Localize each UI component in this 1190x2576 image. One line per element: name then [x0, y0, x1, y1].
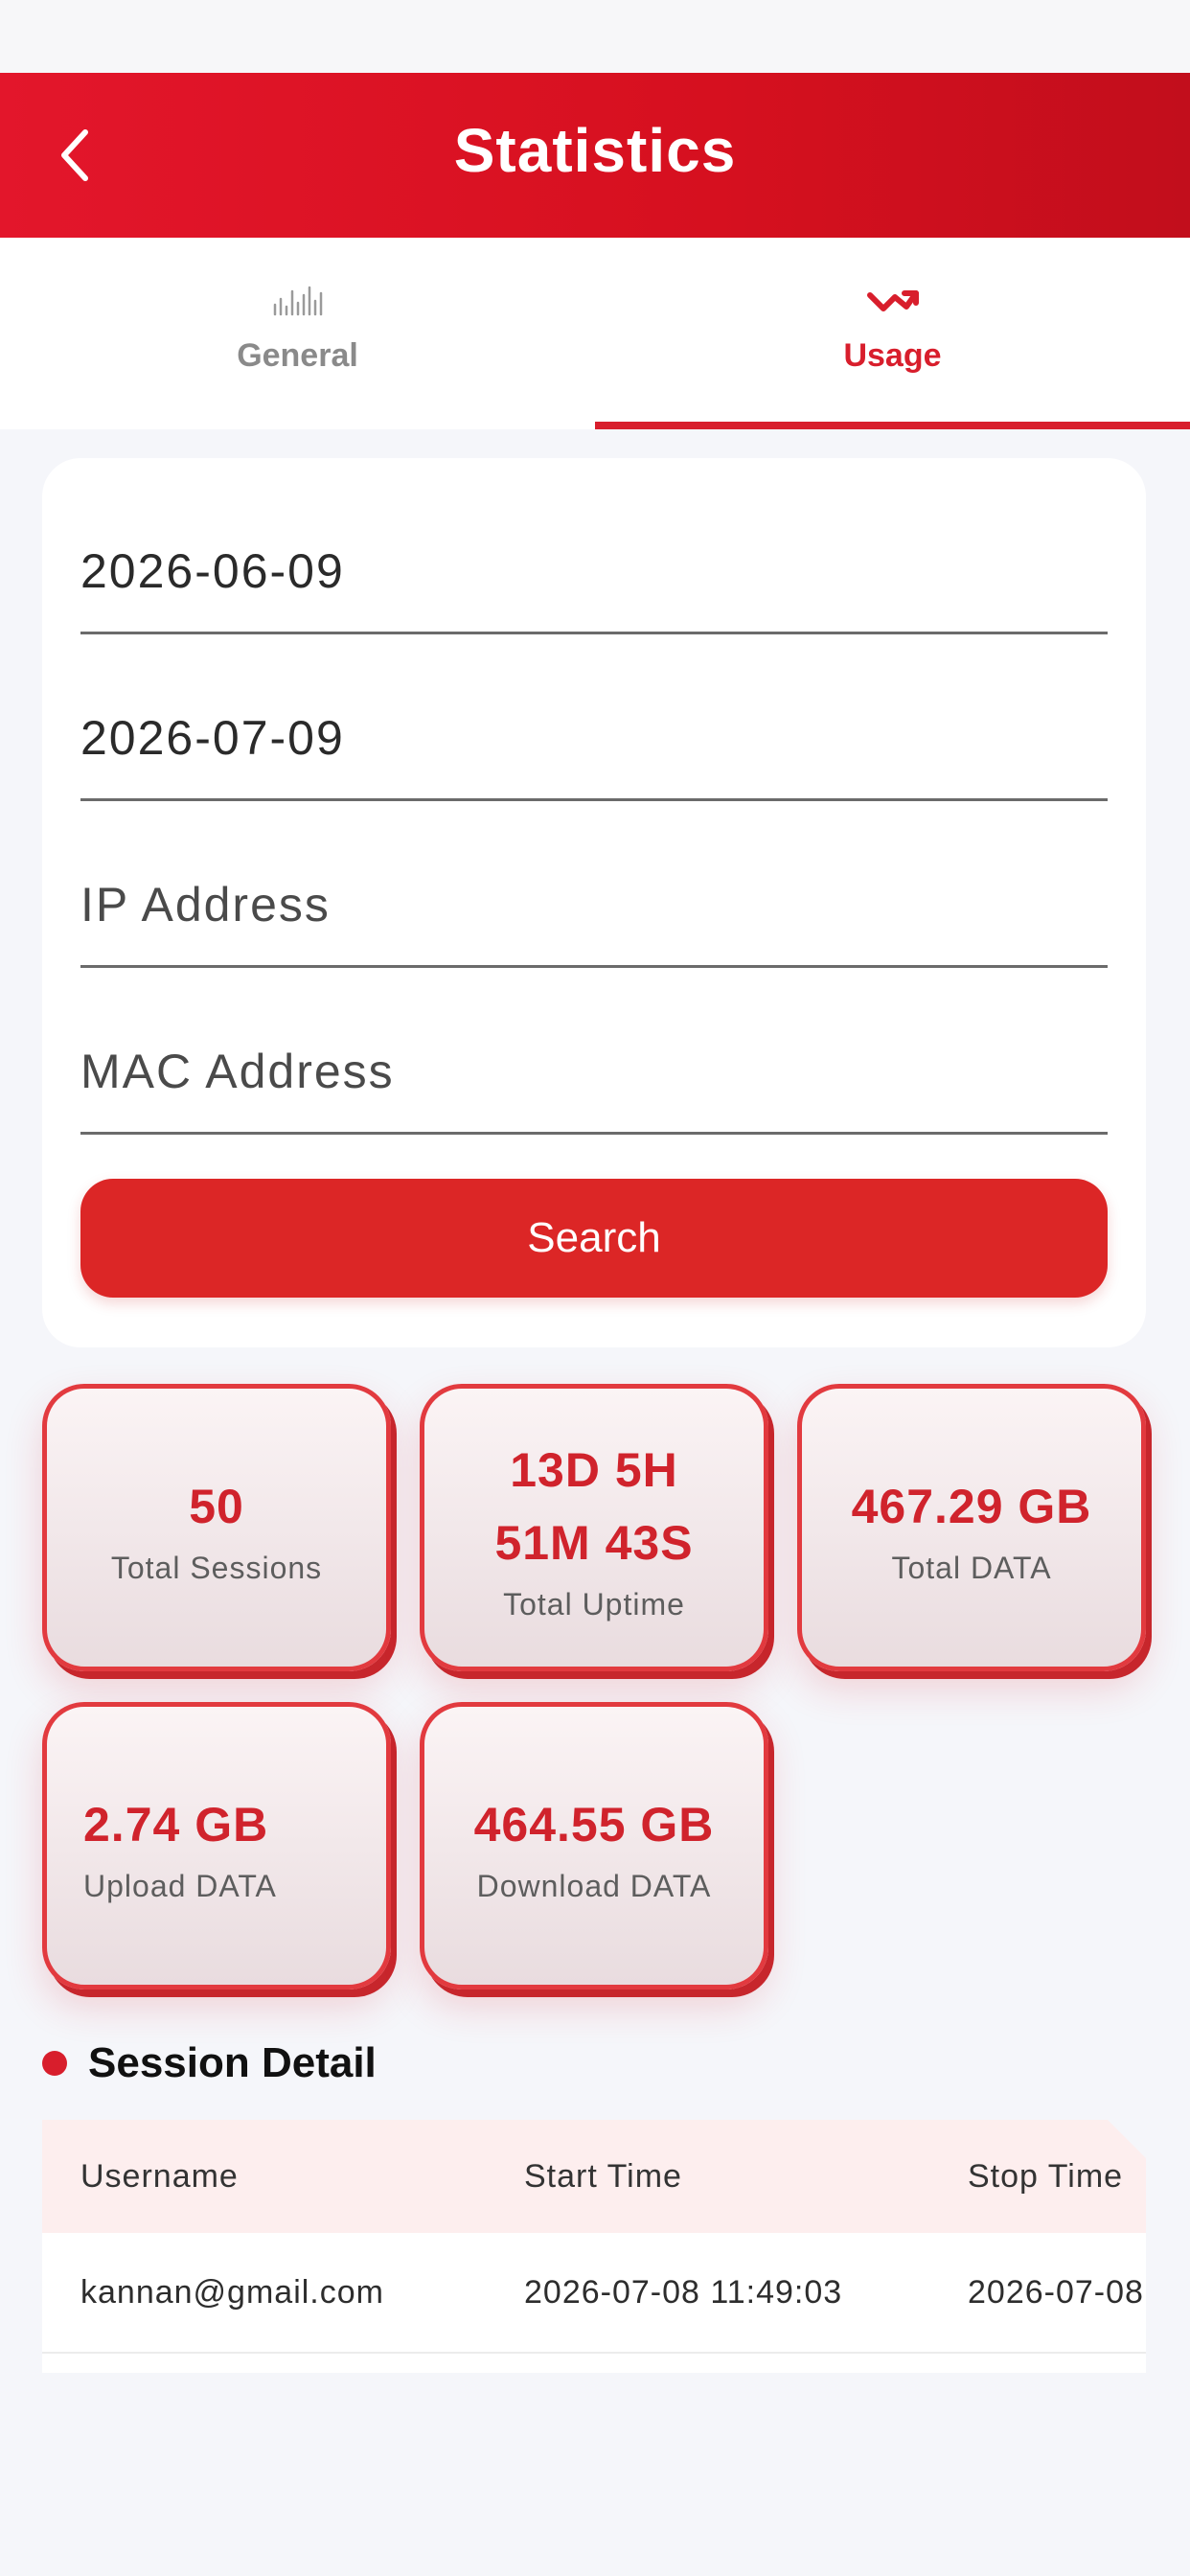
table-corner	[1108, 2120, 1146, 2158]
column-header-start-time: Start Time	[524, 2157, 682, 2195]
tab-general-label: General	[237, 337, 358, 374]
end-date-field[interactable]	[80, 710, 1108, 766]
status-bar-area	[0, 0, 1190, 73]
total-uptime-card: 13D 5H 51M 43S Total Uptime	[420, 1384, 768, 1671]
tab-usage-label: Usage	[843, 337, 942, 374]
mac-address-field-container	[80, 968, 1108, 1135]
start-date-field-container	[80, 458, 1108, 634]
download-data-label: Download DATA	[476, 1868, 712, 1903]
total-uptime-value-line1: 13D 5H	[510, 1442, 678, 1497]
tab-bar: General Usage	[0, 238, 1190, 429]
column-header-stop-time: Stop Time	[968, 2157, 1124, 2195]
trend-icon	[866, 290, 919, 311]
tab-usage[interactable]: Usage	[595, 238, 1190, 429]
page-title: Statistics	[453, 116, 737, 185]
tab-general[interactable]: General	[0, 238, 595, 429]
upload-data-card: 2.74 GB Upload DATA	[42, 1702, 391, 1990]
table-header-row: Username Start Time Stop Time	[42, 2120, 1146, 2233]
app-header: Statistics	[0, 73, 1190, 238]
end-date-field-container	[80, 634, 1108, 801]
column-header-username: Username	[80, 2157, 239, 2195]
session-detail-title: Session Detail	[88, 2039, 377, 2086]
total-sessions-card: 50 Total Sessions	[42, 1384, 391, 1671]
mac-address-field[interactable]	[80, 1044, 1108, 1099]
session-detail-heading: Session Detail	[42, 2039, 377, 2087]
bullet-dot-icon	[42, 2051, 67, 2076]
search-button[interactable]: Search	[80, 1179, 1108, 1298]
session-table[interactable]: Username Start Time Stop Time kannan@gma…	[42, 2120, 1146, 2373]
total-data-value: 467.29 GB	[851, 1479, 1092, 1533]
total-sessions-label: Total Sessions	[110, 1550, 323, 1585]
upload-data-label: Upload DATA	[83, 1868, 277, 1903]
download-data-card: 464.55 GB Download DATA	[420, 1702, 768, 1990]
cell-stop-time: 2026-07-08	[968, 2273, 1144, 2311]
total-uptime-label: Total Uptime	[503, 1586, 685, 1622]
ip-address-field[interactable]	[80, 877, 1108, 932]
start-date-field[interactable]	[80, 543, 1108, 599]
active-tab-indicator	[595, 422, 1190, 429]
filter-form-card: Search	[42, 458, 1146, 1347]
upload-data-value: 2.74 GB	[83, 1797, 269, 1852]
total-uptime-value-line2: 51M 43S	[494, 1515, 694, 1570]
download-data-value: 464.55 GB	[473, 1797, 715, 1852]
ip-address-field-container	[80, 801, 1108, 968]
total-sessions-value: 50	[189, 1479, 244, 1533]
total-data-card: 467.29 GB Total DATA	[797, 1384, 1146, 1671]
total-data-label: Total DATA	[891, 1550, 1052, 1585]
table-row[interactable]: kannan@gmail.com 2026-07-08 11:49:03 202…	[42, 2233, 1146, 2354]
bar-chart-icon	[273, 286, 322, 316]
cell-start-time: 2026-07-08 11:49:03	[524, 2273, 843, 2311]
cell-username: kannan@gmail.com	[80, 2273, 384, 2311]
